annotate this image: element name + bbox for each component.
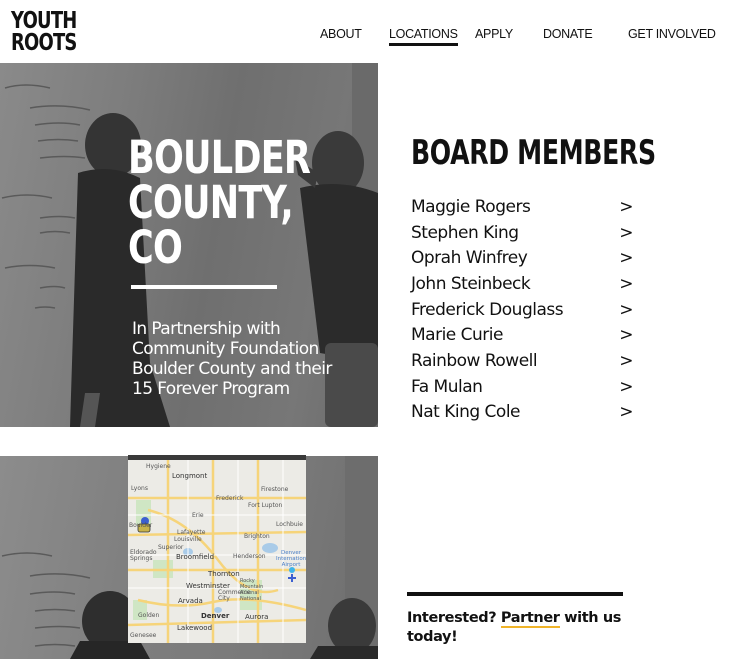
map-label: Henderson [233,553,266,560]
map-label: Lochbuie [276,521,303,528]
chevron-right-icon: > [619,299,633,320]
map-label: Golden [138,612,160,619]
map-label: Genesee [130,632,157,639]
chevron-right-icon: > [619,402,633,423]
partner-cta: Interested? Partner with us today! [407,609,637,647]
hero-subtitle: In Partnership with Community Foundation… [132,319,332,399]
member-name: Marie Curie [411,325,503,346]
map-label: Denver International Airport [276,550,306,568]
board-member-item[interactable]: Oprah Winfrey > [411,245,633,271]
chevron-right-icon: > [619,325,633,346]
map-label: Eldorado Springs [130,549,157,562]
board-member-item[interactable]: Frederick Douglass > [411,297,633,323]
map-label: Firestone [261,486,289,493]
map-label: Hygiene [146,463,171,470]
cta-prefix: Interested? [407,610,501,626]
hero-title-line-2: COUNTY, [128,176,294,229]
map-label: Louisville [174,536,202,543]
chevron-right-icon: > [619,350,633,371]
map-label: Lakewood [177,624,213,632]
member-name: Fa Mulan [411,376,483,397]
board-member-item[interactable]: Marie Curie > [411,322,633,348]
nav-about[interactable]: ABOUT [320,27,362,41]
board-member-item[interactable]: Maggie Rogers > [411,194,633,220]
member-name: Oprah Winfrey [411,248,528,269]
map-label: Denver [201,612,230,620]
map-label: Thornton [208,570,240,578]
member-name: Maggie Rogers [411,196,531,217]
map-label: Lafayette [177,529,206,536]
board-members-title: BOARD MEMBERS [411,133,656,173]
hero-title: BOULDER COUNTY, CO [128,131,311,274]
map-label: Lyons [131,485,148,492]
map-label: Boulder [129,522,153,529]
board-member-item[interactable]: Stephen King > [411,220,633,246]
chevron-right-icon: > [619,376,633,397]
member-name: Nat King Cole [411,402,521,423]
hero-title-line-1: BOULDER [128,131,311,184]
member-name: Stephen King [411,222,519,243]
member-name: John Steinbeck [411,273,531,294]
map-label: Aurora [245,613,269,621]
hero-divider [131,285,277,289]
main-nav: ABOUT LOCATIONS APPLY DONATE GET INVOLVE… [0,27,732,47]
nav-donate[interactable]: DONATE [543,27,593,41]
nav-get-involved[interactable]: GET INVOLVED [628,27,716,41]
partner-link[interactable]: Partner [500,610,560,628]
board-member-item[interactable]: Fa Mulan > [411,374,633,400]
board-member-item[interactable]: John Steinbeck > [411,271,633,297]
cta-divider [407,592,623,596]
map-label: Broomfield [176,553,215,561]
map-label: Frederick [216,495,244,502]
map-label: Fort Lupton [248,502,283,509]
board-member-item[interactable]: Nat King Cole > [411,400,633,426]
board-members-section: BOARD MEMBERS Maggie Rogers > Stephen Kin… [411,133,732,422]
chevron-right-icon: > [619,273,633,294]
board-members-list: Maggie Rogers > Stephen King > Oprah Winfr… [411,194,633,425]
hero-title-line-3: CO [128,221,183,274]
map-label: Erie [192,512,204,519]
map-label: Brighton [244,533,270,540]
chevron-right-icon: > [619,222,633,243]
map-label: Longmont [172,472,208,480]
chevron-right-icon: > [619,248,633,269]
nav-apply[interactable]: APPLY [475,27,513,41]
map-label: Commerce City [218,589,251,602]
map-label: Arvada [178,597,203,605]
chevron-right-icon: > [619,196,633,217]
member-name: Frederick Douglass [411,299,564,320]
map-label: Superior [158,544,184,551]
board-member-item[interactable]: Rainbow Rowell > [411,348,633,374]
hero-section: BOULDER COUNTY, CO In Partnership with C… [0,63,378,427]
member-name: Rainbow Rowell [411,350,538,371]
nav-locations[interactable]: LOCATIONS [389,27,458,46]
locations-map[interactable]: Hygiene Longmont Lyons Frederick Firesto… [128,455,306,643]
